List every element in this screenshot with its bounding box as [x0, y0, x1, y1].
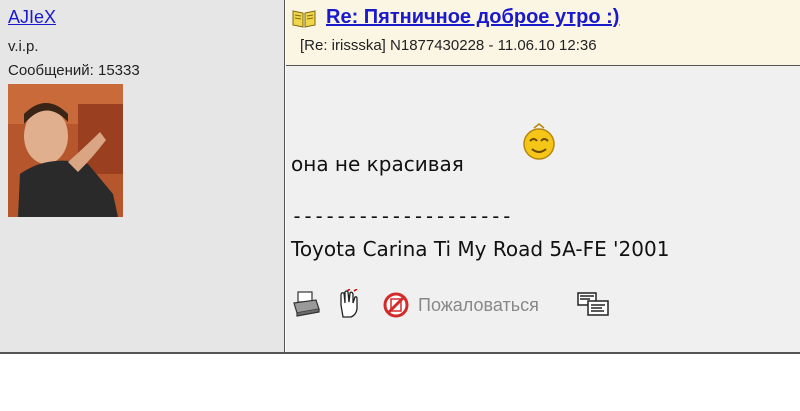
avatar: [8, 84, 123, 217]
post-header: Re: Пятничное доброе утро :) [Re: irisss…: [286, 0, 800, 66]
author-rank: v.i.p.: [8, 38, 39, 55]
smiley-icon: [522, 123, 556, 161]
reply-hand-icon[interactable]: [335, 288, 365, 323]
signature-separator: --------------------: [291, 204, 513, 228]
author-message-count: Сообщений: 15333: [8, 62, 140, 79]
no-entry-icon[interactable]: [381, 289, 411, 323]
post-title-link[interactable]: Re: Пятничное доброе утро :): [326, 6, 619, 29]
author-username-link[interactable]: AJIeX: [8, 7, 56, 28]
post-meta: [Re: irissska] N1877430228 - 11.06.10 12…: [300, 37, 597, 54]
post-body: она не красивая: [291, 152, 464, 176]
printer-icon[interactable]: [291, 289, 321, 323]
author-panel: AJIeX v.i.p. Сообщений: 15333: [0, 0, 285, 352]
post-content-panel: Re: Пятничное доброе утро :) [Re: irisss…: [286, 0, 800, 352]
report-link[interactable]: Пожаловаться: [418, 295, 539, 316]
thread-view-icon[interactable]: [576, 289, 610, 323]
forum-post: AJIeX v.i.p. Сообщений: 15333 Re: Пятнич…: [0, 0, 800, 354]
signature-text: Toyota Carina Ti My Road 5A-FE '2001: [291, 237, 670, 261]
open-book-icon: [292, 8, 316, 28]
